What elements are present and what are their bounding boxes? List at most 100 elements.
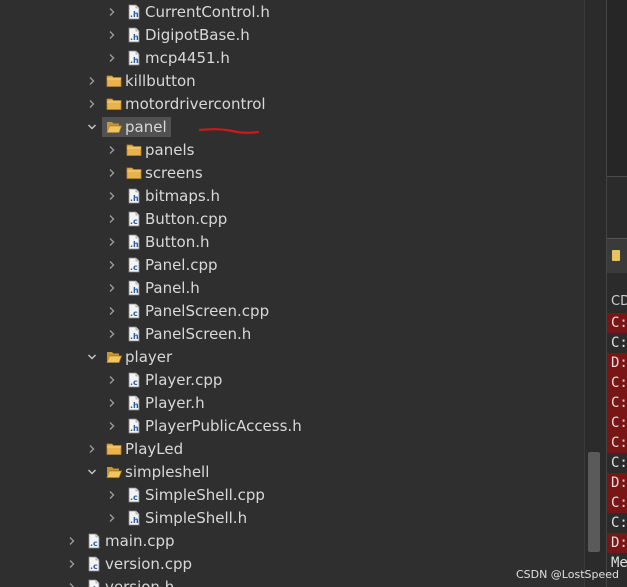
tree-item-label: PlayLed bbox=[125, 440, 184, 458]
tree-item-player-h[interactable]: .h Player.h bbox=[0, 392, 584, 415]
chevron-right-icon[interactable] bbox=[106, 374, 118, 386]
red-underline-annotation bbox=[198, 128, 260, 134]
svg-text:.h: .h bbox=[130, 332, 139, 341]
tree-item-simpleshell-h[interactable]: .h SimpleShell.h bbox=[0, 507, 584, 530]
chevron-right-icon[interactable] bbox=[106, 489, 118, 501]
chevron-down-icon[interactable] bbox=[86, 121, 98, 133]
chevron-right-icon[interactable] bbox=[66, 535, 78, 547]
tree-item-label: screens bbox=[145, 164, 203, 182]
folder-icon bbox=[126, 142, 142, 158]
svg-text:.h: .h bbox=[130, 33, 139, 42]
tree-item-button-h[interactable]: .h Button.h bbox=[0, 231, 584, 254]
tree-item-panelscreen-cpp[interactable]: .c PanelScreen.cpp bbox=[0, 300, 584, 323]
tree-item-label: Panel.cpp bbox=[145, 256, 218, 274]
chevron-right-icon[interactable] bbox=[106, 236, 118, 248]
chevron-right-icon[interactable] bbox=[106, 305, 118, 317]
folder-open-icon bbox=[106, 119, 122, 135]
tree-item-label: Player.h bbox=[145, 394, 205, 412]
chevron-right-icon[interactable] bbox=[66, 581, 78, 587]
chevron-right-icon[interactable] bbox=[106, 52, 118, 64]
scrollbar-thumb[interactable] bbox=[588, 452, 600, 552]
tree-item-mcp4451-h[interactable]: .h mcp4451.h bbox=[0, 47, 584, 70]
svg-text:.c: .c bbox=[90, 562, 98, 571]
tree-item-bitmaps-h[interactable]: .h bitmaps.h bbox=[0, 185, 584, 208]
svg-text:.h: .h bbox=[130, 516, 139, 525]
svg-text:.h: .h bbox=[130, 424, 139, 433]
chevron-right-icon[interactable] bbox=[106, 259, 118, 271]
header-file-icon: .h bbox=[126, 234, 142, 250]
chevron-right-icon[interactable] bbox=[106, 328, 118, 340]
svg-text:.c: .c bbox=[90, 539, 98, 548]
folder-icon bbox=[106, 96, 122, 112]
cpp-file-icon: .c bbox=[126, 257, 142, 273]
chevron-right-icon[interactable] bbox=[106, 420, 118, 432]
tree-item-label: Panel.h bbox=[145, 279, 200, 297]
tree-item-killbutton[interactable]: killbutton bbox=[0, 70, 584, 93]
chevron-down-icon[interactable] bbox=[86, 466, 98, 478]
svg-text:.h: .h bbox=[130, 10, 139, 19]
chevron-right-icon[interactable] bbox=[106, 29, 118, 41]
chevron-right-icon[interactable] bbox=[106, 6, 118, 18]
chevron-down-icon[interactable] bbox=[86, 351, 98, 363]
svg-text:.h: .h bbox=[130, 286, 139, 295]
editor-area bbox=[607, 0, 627, 177]
console-line: D: bbox=[607, 473, 627, 493]
tree-item-panel-cpp[interactable]: .c Panel.cpp bbox=[0, 254, 584, 277]
chevron-right-icon[interactable] bbox=[86, 75, 98, 87]
svg-text:.h: .h bbox=[130, 240, 139, 249]
console-line: C: bbox=[607, 493, 627, 513]
header-file-icon: .h bbox=[126, 510, 142, 526]
chevron-right-icon[interactable] bbox=[106, 397, 118, 409]
chevron-right-icon[interactable] bbox=[86, 98, 98, 110]
chevron-right-icon[interactable] bbox=[106, 512, 118, 524]
svg-text:.c: .c bbox=[130, 309, 138, 318]
header-file-icon: .h bbox=[126, 395, 142, 411]
tree-item-label: DigipotBase.h bbox=[145, 26, 250, 44]
tree-item-main-cpp[interactable]: .c main.cpp bbox=[0, 530, 584, 553]
console-line: C: bbox=[607, 433, 627, 453]
chevron-right-icon[interactable] bbox=[106, 167, 118, 179]
tree-item-label: Player.cpp bbox=[145, 371, 223, 389]
folder-icon bbox=[126, 165, 142, 181]
tree-item-panels[interactable]: panels bbox=[0, 139, 584, 162]
tree-item-panel-h[interactable]: .h Panel.h bbox=[0, 277, 584, 300]
chevron-right-icon[interactable] bbox=[106, 213, 118, 225]
tree-item-label: SimpleShell.cpp bbox=[145, 486, 265, 504]
console-line: C: bbox=[611, 455, 627, 471]
tree-item-digipotbase-h[interactable]: .h DigipotBase.h bbox=[0, 24, 584, 47]
tree-item-label: main.cpp bbox=[105, 532, 175, 550]
tree-item-simpleshell[interactable]: simpleshell bbox=[0, 461, 584, 484]
chevron-right-icon[interactable] bbox=[106, 190, 118, 202]
tree-item-simpleshell-cpp[interactable]: .c SimpleShell.cpp bbox=[0, 484, 584, 507]
chevron-right-icon[interactable] bbox=[86, 443, 98, 455]
chevron-right-icon[interactable] bbox=[106, 282, 118, 294]
console-pane: CD C:C:D:C:C:C:C:C:D:C:C:D:Me bbox=[606, 0, 627, 587]
tree-item-player[interactable]: player bbox=[0, 346, 584, 369]
svg-text:.c: .c bbox=[130, 263, 138, 272]
tree-item-panel[interactable]: panel bbox=[0, 116, 584, 139]
svg-text:.c: .c bbox=[130, 493, 138, 502]
tree-item-label: panels bbox=[145, 141, 195, 159]
tree-item-label: PanelScreen.cpp bbox=[145, 302, 270, 320]
tree-item-player-cpp[interactable]: .c Player.cpp bbox=[0, 369, 584, 392]
tree-item-playled[interactable]: PlayLed bbox=[0, 438, 584, 461]
chevron-right-icon[interactable] bbox=[66, 558, 78, 570]
console-tab-icon[interactable] bbox=[612, 250, 620, 261]
tree-item-version-cpp[interactable]: .c version.cpp bbox=[0, 553, 584, 576]
chevron-right-icon[interactable] bbox=[106, 144, 118, 156]
tree-item-version-h[interactable]: .hversion.h bbox=[0, 576, 584, 587]
header-file-icon: .h bbox=[126, 50, 142, 66]
svg-text:.c: .c bbox=[130, 217, 138, 226]
tree-item-screens[interactable]: screens bbox=[0, 162, 584, 185]
tree-item-label: mcp4451.h bbox=[145, 49, 230, 67]
console-header: CD bbox=[611, 294, 627, 309]
tree-item-playerpublicaccess-h[interactable]: .h PlayerPublicAccess.h bbox=[0, 415, 584, 438]
tree-item-panelscreen-h[interactable]: .h PanelScreen.h bbox=[0, 323, 584, 346]
tree-item-motordrivercontrol[interactable]: motordrivercontrol bbox=[0, 93, 584, 116]
tree-item-button-cpp[interactable]: .c Button.cpp bbox=[0, 208, 584, 231]
header-file-icon: .h bbox=[126, 418, 142, 434]
cpp-file-icon: .c bbox=[126, 303, 142, 319]
header-file-icon: .h bbox=[126, 27, 142, 43]
tree-item-currentcontrol-h[interactable]: .h CurrentControl.h bbox=[0, 1, 584, 24]
tree-item-label: motordrivercontrol bbox=[125, 95, 266, 113]
